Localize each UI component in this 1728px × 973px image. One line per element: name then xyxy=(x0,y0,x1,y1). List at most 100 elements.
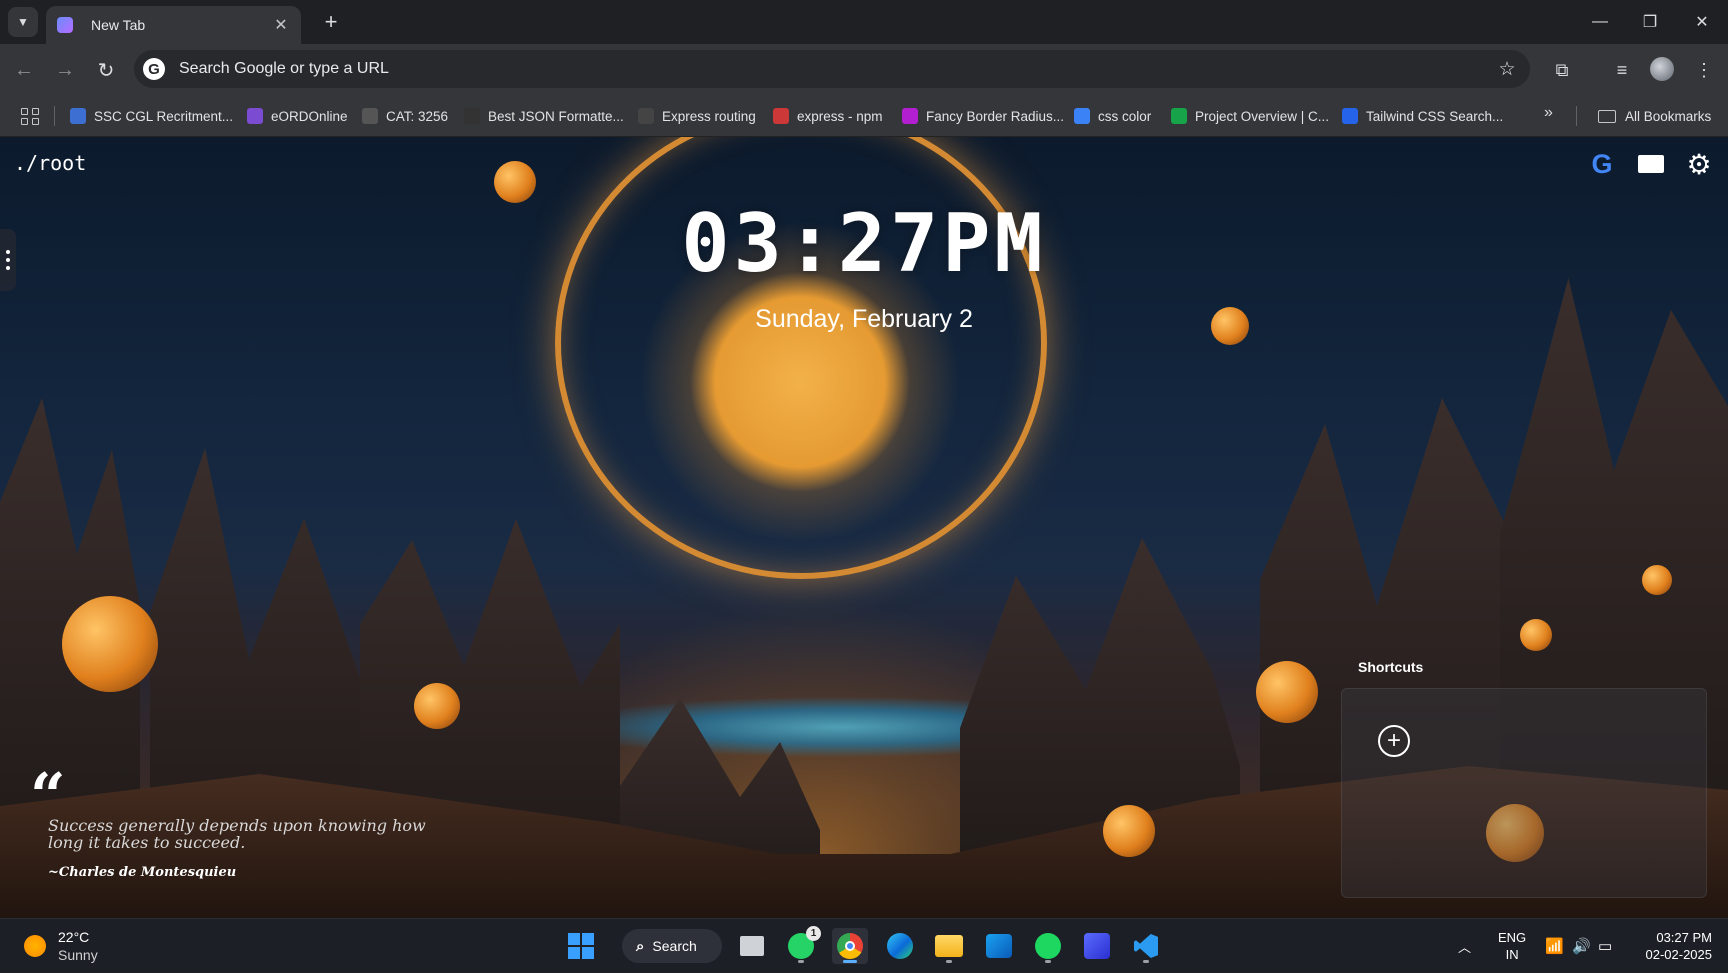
vscode-taskbar-button[interactable] xyxy=(1128,928,1164,964)
weather-condition[interactable]: Sunny xyxy=(58,947,98,963)
quote-author: ~Charles de Montesquieu xyxy=(48,865,237,880)
extensions-icon[interactable]: ⧉ xyxy=(1548,56,1576,84)
bookmark-item[interactable]: CAT: 3256 xyxy=(362,96,448,136)
address-bar[interactable]: G Search Google or type a URL ☆ xyxy=(134,50,1530,88)
show-hidden-icons-chevron-icon[interactable]: ︿ xyxy=(1458,919,1471,973)
tab-new-tab[interactable]: New Tab ✕ xyxy=(46,6,301,44)
chevron-down-icon: ▼ xyxy=(17,15,29,29)
tab-strip: ▼ New Tab ✕ + — ❐ ✕ xyxy=(0,0,1728,44)
new-tab-page: ./root G ⚙ 03:27PM Sunday, February 2 “ … xyxy=(0,137,1728,918)
bookmark-item[interactable]: Project Overview | C... xyxy=(1171,96,1329,136)
bookmark-star-icon[interactable]: ☆ xyxy=(1494,56,1520,82)
minimize-icon[interactable]: — xyxy=(1575,0,1625,44)
bookmark-item[interactable]: css color xyxy=(1074,96,1151,136)
tailwind-favicon-icon xyxy=(1342,108,1358,124)
taskbar-time: 03:27 PM xyxy=(1656,930,1712,945)
d-favicon-icon xyxy=(362,108,378,124)
jf-favicon-icon xyxy=(464,108,480,124)
menu-kebab-icon[interactable]: ⋮ xyxy=(1690,56,1718,84)
all-bookmarks-button[interactable]: All Bookmarks xyxy=(1598,96,1711,136)
bookmark-label: Fancy Border Radius... xyxy=(926,108,1065,124)
chrome-taskbar-button[interactable] xyxy=(832,928,868,964)
task-view-button[interactable] xyxy=(734,928,770,964)
back-icon[interactable]: ← xyxy=(10,56,38,84)
taskbar-search-label: Search xyxy=(652,938,697,954)
edge-taskbar-button[interactable] xyxy=(882,928,918,964)
sun-weather-icon[interactable] xyxy=(24,935,46,957)
wifi-icon[interactable]: 📶 xyxy=(1545,919,1564,973)
whatsapp-taskbar-button[interactable]: 1 xyxy=(783,926,821,964)
ex-favicon-icon xyxy=(638,108,654,124)
spotify-taskbar-button[interactable] xyxy=(1030,928,1066,964)
bookmark-label: Express routing xyxy=(662,108,756,124)
app-taskbar-button[interactable] xyxy=(1079,928,1115,964)
language-code: ENG xyxy=(1498,930,1527,945)
battery-icon[interactable]: ▭ xyxy=(1598,919,1612,973)
task-view-icon xyxy=(740,936,764,956)
fancy-favicon-icon xyxy=(902,108,918,124)
outlook-taskbar-button[interactable] xyxy=(981,928,1017,964)
close-window-icon[interactable]: ✕ xyxy=(1677,0,1727,44)
volume-icon[interactable]: 🔊 xyxy=(1572,919,1591,973)
gear-icon[interactable]: ⚙ xyxy=(1684,149,1714,180)
bookmarks-divider xyxy=(1576,106,1577,126)
profile-avatar[interactable] xyxy=(1650,57,1674,81)
apps-grid-icon[interactable] xyxy=(18,104,42,128)
reload-icon[interactable]: ↻ xyxy=(92,56,120,84)
weather-temperature[interactable]: 22°C xyxy=(58,929,89,945)
clock-time: 03:27PM xyxy=(681,197,1047,290)
bookmark-item[interactable]: express - npm xyxy=(773,96,883,136)
language-indicator[interactable]: ENG IN xyxy=(1498,929,1526,963)
planet-decoration xyxy=(1103,805,1155,857)
edge-icon xyxy=(887,933,913,959)
shortcuts-panel: + xyxy=(1341,688,1707,898)
css-favicon-icon xyxy=(1074,108,1090,124)
bookmark-item[interactable]: Express routing xyxy=(638,96,756,136)
planet-decoration xyxy=(414,683,460,729)
planet-decoration xyxy=(62,596,158,692)
media-control-icon[interactable]: ≡ xyxy=(1608,56,1636,84)
bookmark-label: css color xyxy=(1098,108,1152,124)
tab-title: New Tab xyxy=(91,17,146,33)
restore-icon[interactable]: ❐ xyxy=(1625,0,1675,44)
planet-decoration xyxy=(1520,619,1552,651)
project-favicon-icon xyxy=(1171,108,1187,124)
vscode-icon xyxy=(1134,934,1158,958)
close-tab-icon[interactable]: ✕ xyxy=(271,15,291,35)
google-icon[interactable]: G xyxy=(1587,149,1617,179)
forward-icon[interactable]: → xyxy=(51,56,79,84)
region-code: IN xyxy=(1505,947,1519,962)
taskbar-clock[interactable]: 03:27 PM 02-02-2025 xyxy=(1632,929,1713,963)
bookmark-label: SSC CGL Recritment... xyxy=(94,108,234,124)
tab-search-button[interactable]: ▼ xyxy=(8,7,38,37)
google-icon: G xyxy=(143,58,165,80)
more-bookmarks-icon[interactable]: » xyxy=(1544,104,1553,122)
file-explorer-taskbar-button[interactable] xyxy=(931,928,967,964)
all-bookmarks-label: All Bookmarks xyxy=(1625,108,1712,124)
spotify-icon xyxy=(1035,933,1061,959)
start-button[interactable] xyxy=(563,928,599,964)
shortcuts-title: Shortcuts xyxy=(1358,659,1424,675)
bookmark-item[interactable]: Tailwind CSS Search... xyxy=(1342,96,1503,136)
browser-toolbar: ← → ↻ G Search Google or type a URL ☆ ⧉ … xyxy=(0,44,1728,96)
bookmark-item[interactable]: eORDOnline xyxy=(247,96,348,136)
folder-icon xyxy=(935,935,963,957)
bookmark-label: Best JSON Formatte... xyxy=(488,108,624,124)
taskbar-search[interactable]: ⌕ Search xyxy=(622,929,722,963)
bookmark-item[interactable]: SSC CGL Recritment... xyxy=(70,96,233,136)
clock-date: Sunday, February 2 xyxy=(755,305,973,333)
bookmark-item[interactable]: Fancy Border Radius... xyxy=(902,96,1064,136)
ssc-favicon-icon xyxy=(70,108,86,124)
quote-text: Success generally depends upon knowing h… xyxy=(48,816,426,852)
address-placeholder: Search Google or type a URL xyxy=(179,60,389,77)
add-shortcut-icon[interactable]: + xyxy=(1378,725,1410,757)
search-icon: ⌕ xyxy=(636,937,645,955)
bookmark-label: Project Overview | C... xyxy=(1195,108,1330,124)
bookmark-item[interactable]: Best JSON Formatte... xyxy=(464,96,624,136)
npm-favicon-icon xyxy=(773,108,789,124)
eord-favicon-icon xyxy=(247,108,263,124)
bookmark-label: CAT: 3256 xyxy=(386,108,449,124)
new-tab-button[interactable]: + xyxy=(318,9,344,35)
mail-icon[interactable] xyxy=(1636,149,1666,179)
app-icon xyxy=(1084,933,1110,959)
